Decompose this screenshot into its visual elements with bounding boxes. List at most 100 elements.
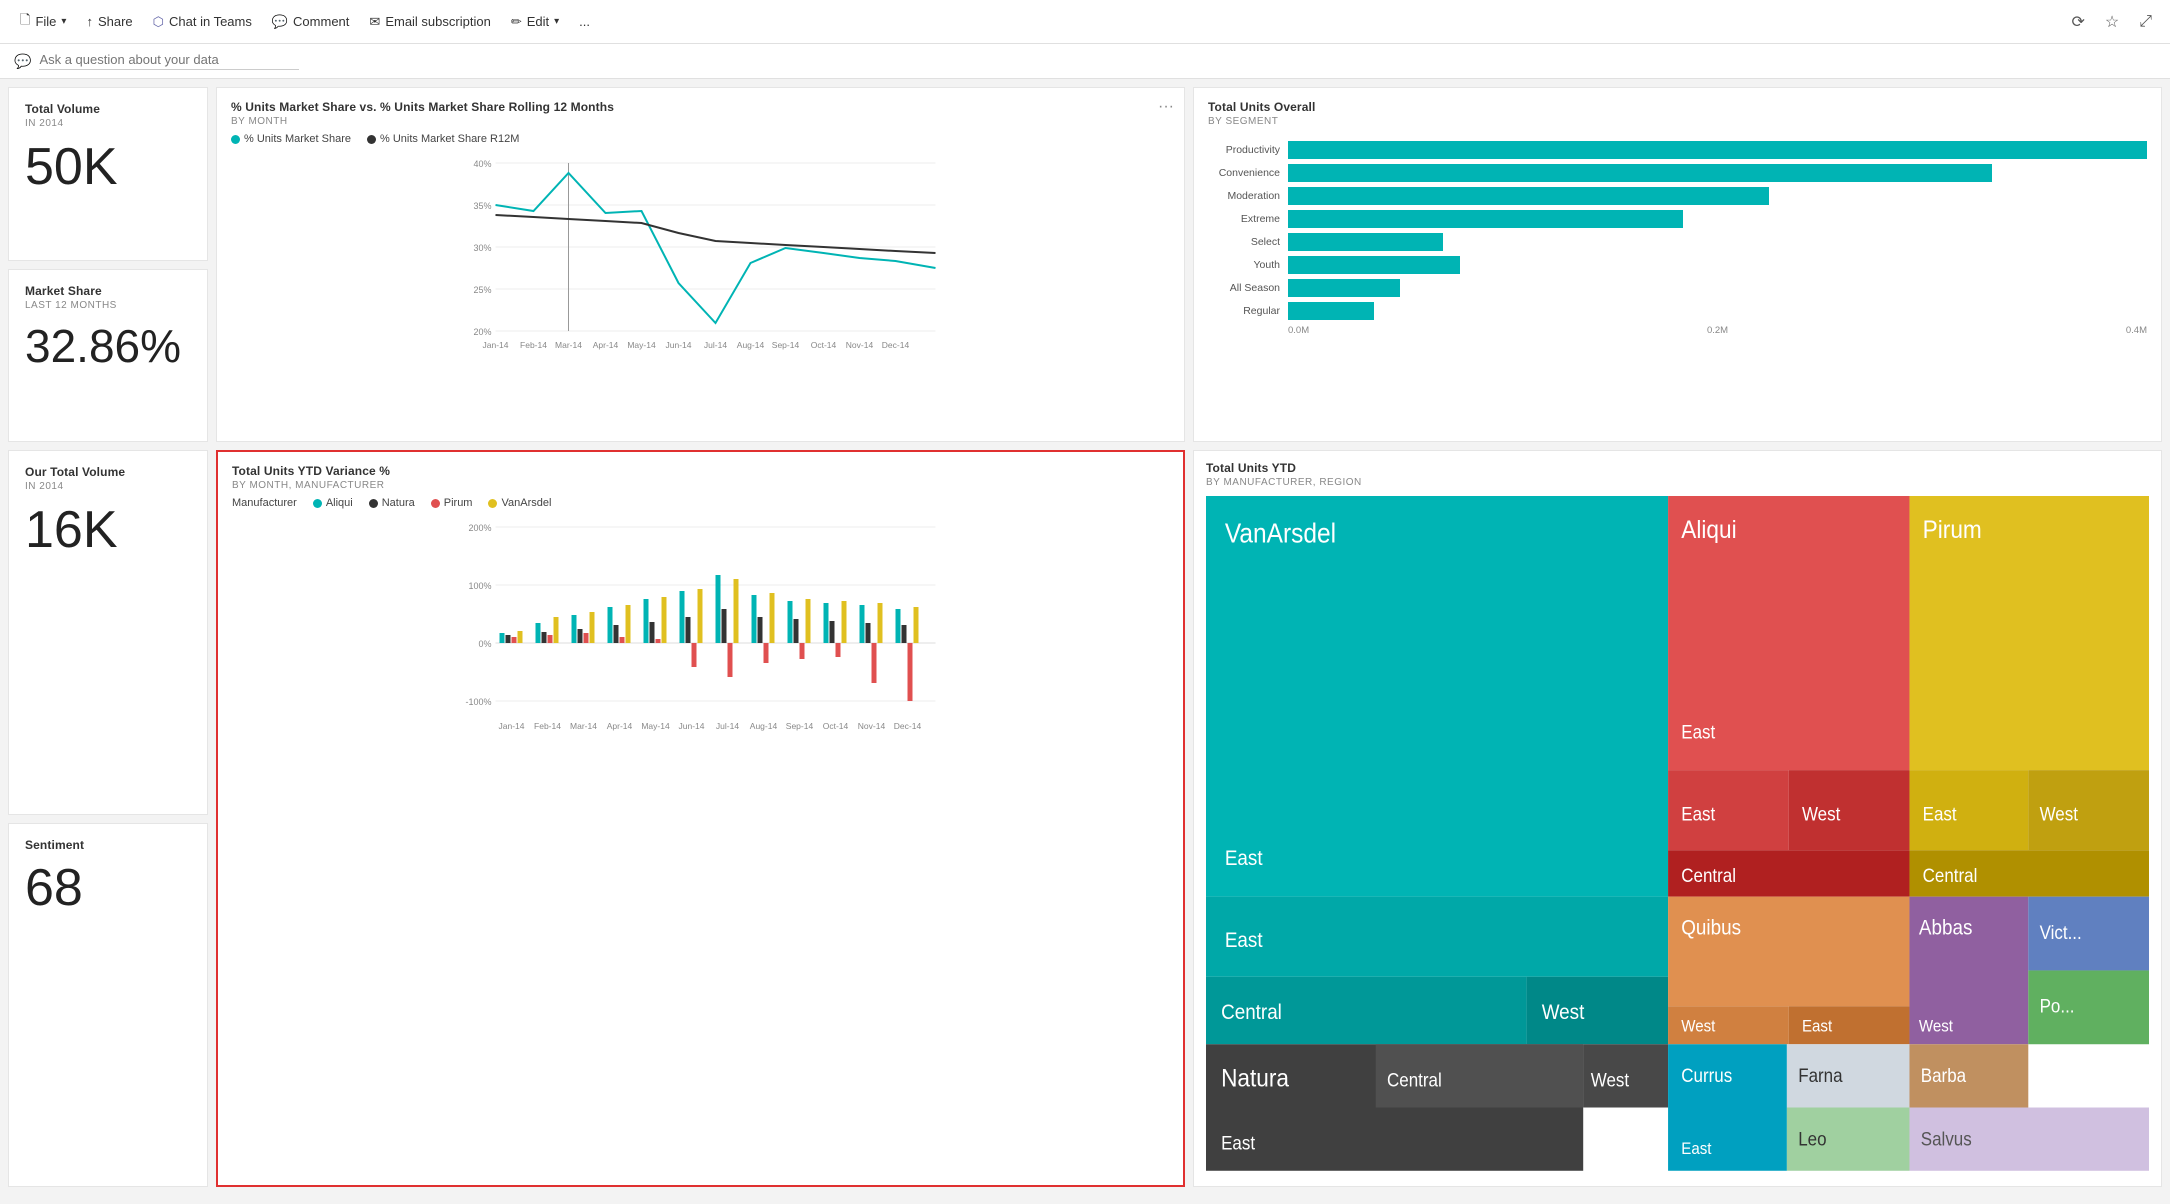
svg-text:West: West <box>1681 1018 1716 1036</box>
svg-text:West: West <box>1802 804 1840 825</box>
comment-button[interactable]: 💬 Comment <box>264 8 358 36</box>
legend-dot-r12m <box>367 135 376 144</box>
total-volume-bottom-card: Our Total Volume IN 2014 16K <box>8 450 208 814</box>
hbar-track-youth <box>1288 256 2147 274</box>
svg-text:Sep-14: Sep-14 <box>786 721 814 731</box>
hbar-row-allseason: All Season <box>1208 279 2147 297</box>
edit-icon: ✏ <box>511 14 522 30</box>
hbar-track-select <box>1288 233 2147 251</box>
legend-label-pirum: Pirum <box>444 497 473 509</box>
svg-text:Vict...: Vict... <box>2040 922 2082 943</box>
total-volume-title: Total Volume <box>25 102 191 116</box>
line-chart-more-button[interactable]: ··· <box>1158 98 1174 116</box>
svg-text:20%: 20% <box>473 327 491 337</box>
svg-text:Jun-14: Jun-14 <box>666 340 692 350</box>
hbar-row-productivity: Productivity <box>1208 141 2147 159</box>
teams-icon: ⬡ <box>153 14 164 30</box>
comment-label: Comment <box>293 14 349 29</box>
svg-text:VanArsdel: VanArsdel <box>1225 517 1336 549</box>
svg-text:-100%: -100% <box>465 697 491 707</box>
svg-text:Feb-14: Feb-14 <box>534 721 561 731</box>
hbar-label-convenience: Convenience <box>1208 167 1280 179</box>
svg-text:Mar-14: Mar-14 <box>570 721 597 731</box>
our-total-volume-subtitle: IN 2014 <box>25 481 191 492</box>
file-chevron-icon: ▾ <box>61 16 66 27</box>
hbar-track-extreme <box>1288 210 2147 228</box>
fullscreen-button[interactable]: ⤢ <box>2133 9 2158 35</box>
email-subscription-button[interactable]: ✉ Email subscription <box>361 8 498 36</box>
more-options-button[interactable]: ... <box>571 8 598 35</box>
legend-r12m: % Units Market Share R12M <box>367 133 519 145</box>
hbar-rows: Productivity Convenience Moderation Extr… <box>1208 141 2147 336</box>
svg-text:East: East <box>1681 722 1715 743</box>
svg-text:35%: 35% <box>473 201 491 211</box>
svg-text:Aliqui: Aliqui <box>1681 516 1736 544</box>
line-chart-card: ··· % Units Market Share vs. % Units Mar… <box>216 87 1185 442</box>
edit-chevron-icon: ▾ <box>554 16 559 27</box>
hbar-fill-youth <box>1288 256 1460 274</box>
legend-label-market-share: % Units Market Share <box>244 133 351 145</box>
svg-text:Sep-14: Sep-14 <box>772 340 800 350</box>
svg-text:Central: Central <box>1221 1001 1282 1024</box>
hbar-label-productivity: Productivity <box>1208 144 1280 156</box>
kpi-column-bottom: Our Total Volume IN 2014 16K Sentiment 6… <box>8 450 208 1187</box>
hbar-fill-regular <box>1288 302 1374 320</box>
svg-text:Dec-14: Dec-14 <box>894 721 922 731</box>
svg-text:Jan-14: Jan-14 <box>499 721 525 731</box>
svg-text:East: East <box>1225 930 1263 953</box>
legend-dot-vanarsdel <box>488 499 497 508</box>
svg-text:Mar-14: Mar-14 <box>555 340 582 350</box>
kpi-column-top: Total Volume IN 2014 50K Market Share LA… <box>8 87 208 442</box>
chat-in-teams-button[interactable]: ⬡ Chat in Teams <box>145 8 260 36</box>
hbar-label-select: Select <box>1208 236 1280 248</box>
share-button[interactable]: ↑ Share <box>78 8 140 35</box>
favorite-button[interactable]: ☆ <box>2099 8 2125 36</box>
hbar-x-axis: 0.0M 0.2M 0.4M <box>1288 325 2147 336</box>
hbar-chart-card: Total Units Overall BY SEGMENT Productiv… <box>1193 87 2162 442</box>
our-total-volume-title: Our Total Volume <box>25 465 191 479</box>
hbar-row-extreme: Extreme <box>1208 210 2147 228</box>
line-chart-legend: % Units Market Share % Units Market Shar… <box>231 133 1170 145</box>
svg-text:Jul-14: Jul-14 <box>716 721 739 731</box>
edit-label: Edit <box>527 14 549 29</box>
toolbar: 🗋 File ▾ ↑ Share ⬡ Chat in Teams 💬 Comme… <box>0 0 2170 44</box>
svg-text:Jun-14: Jun-14 <box>679 721 705 731</box>
treemap-title: Total Units YTD <box>1206 461 2149 475</box>
refresh-button[interactable]: ⟳ <box>2065 8 2090 36</box>
hbar-track-moderation <box>1288 187 2147 205</box>
legend-pirum: Pirum <box>431 497 473 509</box>
legend-label-natura: Natura <box>382 497 415 509</box>
hbar-row-regular: Regular <box>1208 302 2147 320</box>
legend-label-r12m: % Units Market Share R12M <box>380 133 519 145</box>
svg-text:Central: Central <box>1923 865 1978 886</box>
line-chart-subtitle: BY MONTH <box>231 116 1170 127</box>
hbar-fill-extreme <box>1288 210 1683 228</box>
legend-dot-pirum <box>431 499 440 508</box>
svg-text:Aug-14: Aug-14 <box>737 340 765 350</box>
hbar-label-extreme: Extreme <box>1208 213 1280 225</box>
svg-text:Farna: Farna <box>1798 1066 1843 1087</box>
edit-button[interactable]: ✏ Edit ▾ <box>503 8 567 36</box>
svg-text:Apr-14: Apr-14 <box>607 721 633 731</box>
hbar-track-convenience <box>1288 164 2147 182</box>
our-total-volume-value: 16K <box>25 502 191 559</box>
variance-legend: Manufacturer Aliqui Natura Pirum VanArsd… <box>232 497 1169 509</box>
qa-bar: 💬 <box>0 44 2170 79</box>
legend-label-aliqui: Aliqui <box>326 497 353 509</box>
sentiment-value: 68 <box>25 860 191 917</box>
svg-text:West: West <box>2040 804 2078 825</box>
hbar-label-regular: Regular <box>1208 305 1280 317</box>
svg-text:Currus: Currus <box>1681 1066 1732 1087</box>
qa-input[interactable] <box>39 52 299 70</box>
toolbar-right: ⟳ ☆ ⤢ <box>2065 8 2158 36</box>
legend-vanarsdel: VanArsdel <box>488 497 551 509</box>
svg-text:Leo: Leo <box>1798 1129 1826 1150</box>
svg-text:East: East <box>1923 804 1957 825</box>
total-volume-card: Total Volume IN 2014 50K <box>8 87 208 261</box>
email-label: Email subscription <box>385 14 491 29</box>
hbar-row-youth: Youth <box>1208 256 2147 274</box>
svg-text:West: West <box>1591 1070 1629 1091</box>
hbar-subtitle: BY SEGMENT <box>1208 116 2147 127</box>
file-button[interactable]: 🗋 File ▾ <box>12 5 74 39</box>
hbar-fill-convenience <box>1288 164 1992 182</box>
